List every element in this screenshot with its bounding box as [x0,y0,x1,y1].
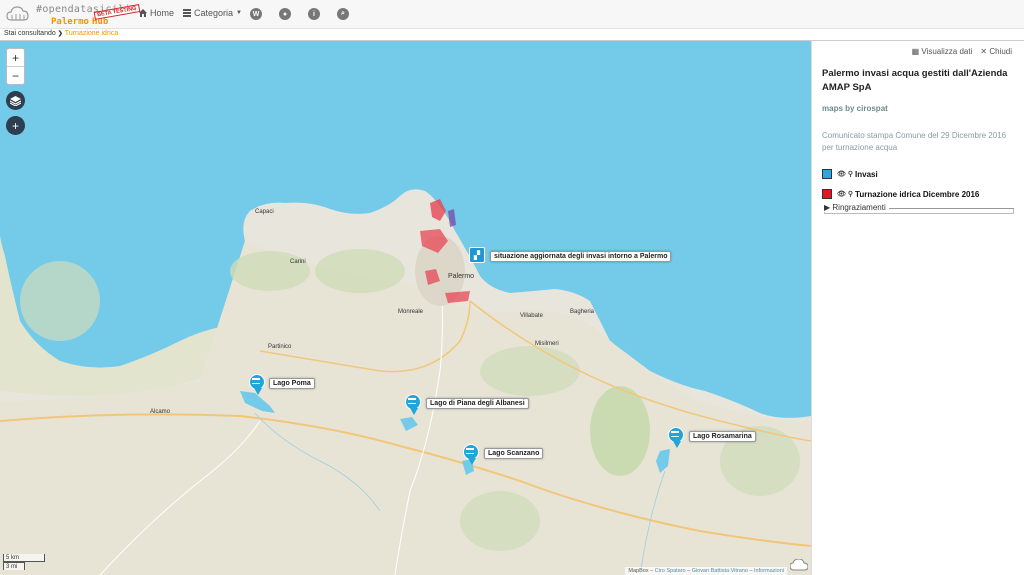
chevron-right-icon: ❯ [57,31,63,37]
caret-down-icon: ▼ [236,10,242,16]
map-view[interactable]: + − + Palermo Bagheria Carini Monreale P… [0,41,811,575]
map-author[interactable]: maps by cirospat [822,104,888,113]
legend-swatch [822,189,832,199]
place-label: Monreale [398,309,424,315]
info-icon[interactable]: i [308,8,320,20]
map-attribution: MapBox – Ciro Spataro – Giovan Battista … [625,567,787,575]
map-scale: 5 km 3 mi [3,554,45,570]
table-icon: ▦ [911,47,920,56]
legend-label: Turnazione idrica Dicembre 2016 [855,189,980,199]
place-label: Alcamo [150,409,171,415]
marker-label: Lago Rosamarina [689,431,756,442]
home-icon [139,9,147,17]
place-label: Villabate [520,313,543,319]
nav-categoria-dropdown[interactable]: Categoria ▼ [183,8,242,18]
marker-label: situazione aggiornata degli invasi intor… [490,251,672,262]
eye-icon[interactable]: 👁 [837,190,846,198]
lake-marker[interactable] [249,374,265,396]
place-label: Partinico [268,344,292,350]
water-icon [408,398,416,404]
nav-home-label: Home [150,8,175,18]
legend-swatch [822,169,832,179]
add-layer-button[interactable]: + [6,116,25,135]
place-label: Palermo [448,273,475,280]
water-icon [252,378,260,384]
breadcrumb-current[interactable]: Turnazione idrica [65,30,118,37]
wordpress-icon[interactable]: W [250,8,262,20]
visualizza-dati-button[interactable]: ▦ Visualizza dati [912,47,973,56]
attribution-author[interactable]: Ciro Spataro [655,568,686,574]
map-description: Comunicato stampa Comune del 29 Dicembre… [822,131,1007,152]
cloud-icon [790,559,808,571]
breadcrumb-prefix: Stai consultando [4,30,56,37]
water-icon [466,448,474,454]
triangle-right-icon: ▶ [824,203,831,212]
layers-icon [10,95,21,106]
attribution-mapbox[interactable]: MapBox [628,568,648,574]
lake-marker[interactable] [668,427,684,449]
map-legend: 👁 ⚲ Invasi 👁 ⚲ Turnazione idrica Dicembr… [822,164,979,204]
sidebar-actions: ▦ Visualizza dati ✕ Chiudi [912,47,1012,56]
scale-km: 5 km [3,554,45,562]
nav-home-link[interactable]: Home [139,8,174,18]
scale-mi: 3 mi [3,562,25,570]
close-icon: ✕ [980,47,988,56]
ringraziamenti-details[interactable]: ▶ Ringraziamenti [824,203,1014,214]
water-icon [671,431,679,437]
top-navbar: #opendatasicilia Palermo Hub BETA TESTIN… [0,0,1024,29]
marker-label: Lago Poma [269,378,315,389]
ringraziamenti-toggle[interactable]: ▶ Ringraziamenti [824,203,889,212]
zoom-out-button[interactable]: − [7,67,24,85]
info-sidebar: ▦ Visualizza dati ✕ Chiudi Palermo invas… [811,41,1024,575]
legend-item-invasi[interactable]: 👁 ⚲ Invasi [822,164,979,184]
place-label: Bagheria [570,309,595,315]
place-label: Misilmeri [535,341,559,347]
chart-icon: ▞ [473,250,481,260]
ringraziamenti-label: Ringraziamenti [832,203,886,212]
marker-label: Lago di Piana degli Albanesi [426,398,529,409]
chiudi-button[interactable]: ✕ Chiudi [980,47,1012,56]
zoom-in-button[interactable]: + [7,49,24,67]
eye-icon[interactable]: 👁 [837,170,846,178]
attribution-author[interactable]: Giovan Battista Vitrano [692,568,748,574]
site-logo[interactable]: #opendatasicilia Palermo Hub BETA TESTIN… [6,3,141,27]
zoom-icon[interactable]: ⚲ [848,190,853,198]
place-label: Capaci [255,209,274,215]
layers-button[interactable] [6,91,25,110]
breadcrumb: Stai consultando ❯ Turnazione idrica [0,29,1024,41]
cloud-logo-icon [6,6,29,21]
search-icon[interactable]: ⌕ [337,8,349,20]
lake-marker[interactable] [463,444,479,466]
brand-city: Palermo [51,17,89,27]
attribution-info-link[interactable]: Informazioni [754,568,784,574]
nav-categoria-label: Categoria [194,8,234,18]
marker-label: Lago Scanzano [484,448,544,459]
lake-marker[interactable] [405,394,421,416]
list-icon [183,9,191,17]
zoom-control: + − [6,48,25,85]
disc-icon[interactable]: ● [279,8,291,20]
map-title: Palermo invasi acqua gestiti dall'Aziend… [822,68,1008,93]
legend-item-turnazione[interactable]: 👁 ⚲ Turnazione idrica Dicembre 2016 [822,184,979,204]
info-marker[interactable]: ▞ [469,247,485,263]
map-basemap [0,41,811,575]
legend-label: Invasi [855,169,878,179]
visualizza-dati-label: Visualizza dati [921,47,973,56]
place-label: Carini [290,259,306,265]
chiudi-label: Chiudi [989,47,1012,56]
zoom-icon[interactable]: ⚲ [848,170,853,178]
